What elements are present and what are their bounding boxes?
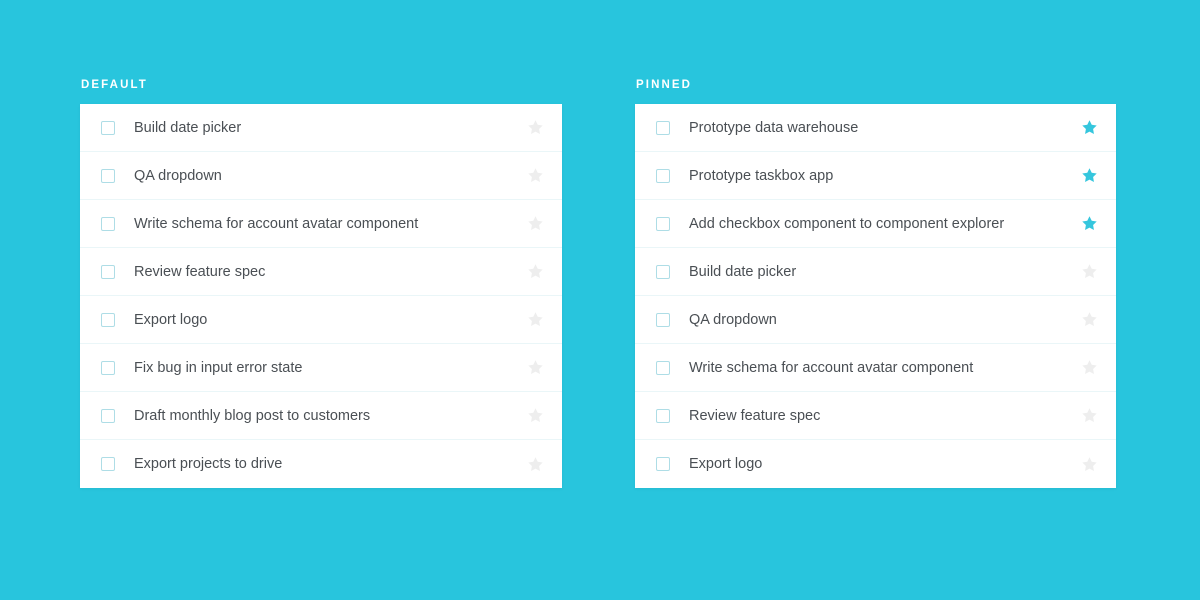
star-icon[interactable] bbox=[527, 263, 544, 280]
task-label: Fix bug in input error state bbox=[134, 359, 303, 376]
task-list-showcase: DEFAULT Build date picker QA dropdown Writ… bbox=[0, 0, 1200, 600]
task-row[interactable]: QA dropdown bbox=[635, 296, 1116, 344]
task-label: Export logo bbox=[689, 456, 763, 472]
star-icon[interactable] bbox=[1081, 456, 1098, 473]
star-icon[interactable] bbox=[527, 311, 544, 328]
task-list-card-pinned: Prototype data warehouse Prototype taskbo… bbox=[635, 104, 1116, 488]
star-icon[interactable] bbox=[527, 215, 544, 232]
task-label: QA dropdown bbox=[689, 311, 777, 328]
task-row[interactable]: Review feature spec bbox=[80, 248, 562, 296]
task-checkbox[interactable] bbox=[656, 312, 670, 327]
task-row[interactable]: Build date picker bbox=[80, 104, 562, 152]
star-icon[interactable] bbox=[527, 119, 544, 136]
task-row[interactable]: Fix bug in input error state bbox=[80, 344, 562, 392]
task-row[interactable]: Draft monthly blog post to customers bbox=[80, 392, 562, 440]
task-row[interactable]: Review feature spec bbox=[635, 392, 1116, 440]
task-label: Review feature spec bbox=[134, 263, 266, 280]
task-row[interactable]: Add checkbox component to component expl… bbox=[635, 200, 1116, 248]
task-checkbox[interactable] bbox=[101, 168, 115, 183]
star-icon[interactable] bbox=[1081, 311, 1098, 328]
task-label: Export projects to drive bbox=[134, 456, 283, 472]
task-label: Build date picker bbox=[134, 119, 242, 136]
task-row[interactable]: Export logo bbox=[80, 296, 562, 344]
task-list-card-default: Build date picker QA dropdown Write schema… bbox=[80, 104, 562, 488]
task-label: Prototype data warehouse bbox=[689, 119, 859, 136]
star-icon[interactable] bbox=[1081, 119, 1098, 136]
task-checkbox[interactable] bbox=[101, 120, 115, 135]
task-label: QA dropdown bbox=[134, 167, 222, 184]
star-icon[interactable] bbox=[1081, 215, 1098, 232]
star-icon[interactable] bbox=[527, 167, 544, 184]
task-row[interactable]: Prototype data warehouse bbox=[635, 104, 1116, 152]
task-label: Export logo bbox=[134, 311, 208, 328]
task-checkbox[interactable] bbox=[656, 457, 670, 471]
star-icon[interactable] bbox=[527, 359, 544, 376]
task-checkbox[interactable] bbox=[656, 360, 670, 375]
task-label: Review feature spec bbox=[689, 407, 821, 424]
task-row[interactable]: QA dropdown bbox=[80, 152, 562, 200]
task-label: Build date picker bbox=[689, 263, 797, 280]
star-icon[interactable] bbox=[1081, 407, 1098, 424]
task-checkbox[interactable] bbox=[656, 216, 670, 231]
task-checkbox[interactable] bbox=[101, 408, 115, 423]
section-label-pinned: PINNED bbox=[636, 79, 693, 91]
task-checkbox[interactable] bbox=[101, 216, 115, 231]
task-label: Add checkbox component to component expl… bbox=[689, 215, 1005, 232]
star-icon[interactable] bbox=[1081, 359, 1098, 376]
task-row[interactable]: Build date picker bbox=[635, 248, 1116, 296]
task-row[interactable]: Write schema for account avatar componen… bbox=[635, 344, 1116, 392]
task-checkbox[interactable] bbox=[656, 168, 670, 183]
task-checkbox[interactable] bbox=[101, 264, 115, 279]
star-icon[interactable] bbox=[1081, 167, 1098, 184]
star-icon[interactable] bbox=[527, 456, 544, 473]
task-checkbox[interactable] bbox=[101, 457, 115, 471]
task-label: Write schema for account avatar componen… bbox=[689, 359, 974, 376]
task-label: Write schema for account avatar componen… bbox=[134, 215, 419, 232]
star-icon[interactable] bbox=[527, 407, 544, 424]
star-icon[interactable] bbox=[1081, 263, 1098, 280]
task-label: Prototype taskbox app bbox=[689, 167, 834, 184]
task-checkbox[interactable] bbox=[101, 360, 115, 375]
task-checkbox[interactable] bbox=[656, 120, 670, 135]
task-checkbox[interactable] bbox=[656, 264, 670, 279]
section-label-default: DEFAULT bbox=[81, 79, 148, 91]
task-checkbox[interactable] bbox=[656, 408, 670, 423]
task-row[interactable]: Export projects to drive bbox=[80, 440, 562, 488]
task-row[interactable]: Prototype taskbox app bbox=[635, 152, 1116, 200]
task-row[interactable]: Write schema for account avatar componen… bbox=[80, 200, 562, 248]
task-label: Draft monthly blog post to customers bbox=[134, 407, 371, 424]
task-checkbox[interactable] bbox=[101, 312, 115, 327]
task-row[interactable]: Export logo bbox=[635, 440, 1116, 488]
